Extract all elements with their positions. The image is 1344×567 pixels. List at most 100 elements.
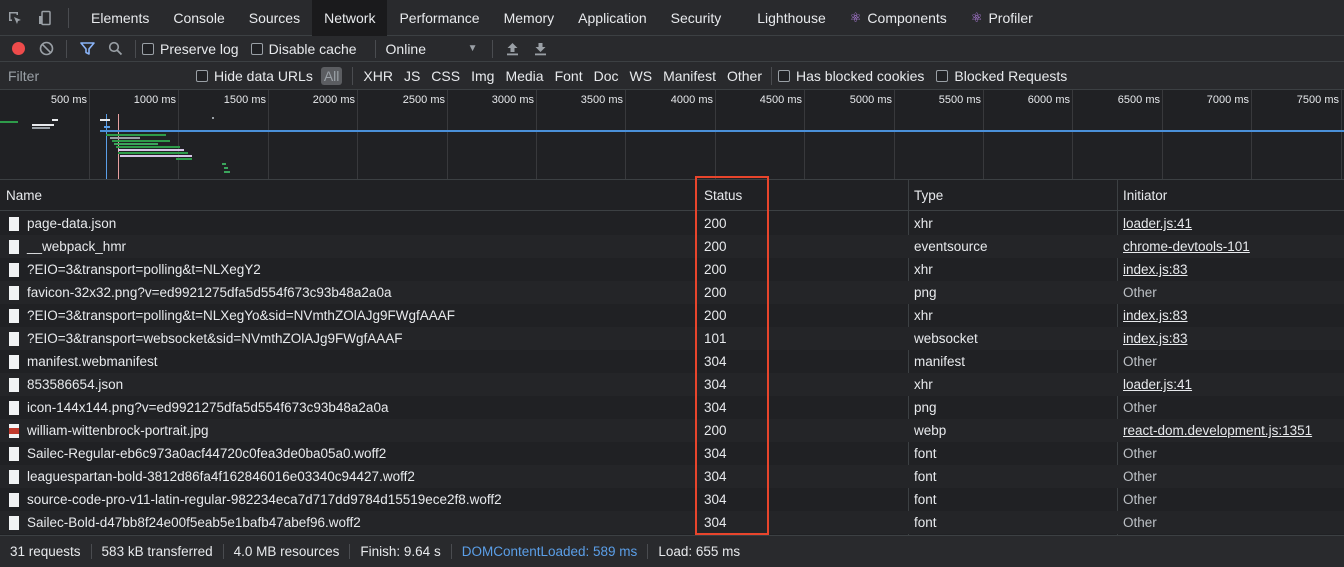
tab-label: Network <box>324 9 376 26</box>
request-name-cell[interactable]: Sailec-Regular-eb6c973a0acf44720c0fea3de… <box>9 442 689 465</box>
transferred-size: 583 kB transferred <box>92 544 224 559</box>
column-header-type[interactable]: Type <box>908 180 943 211</box>
tab-label: Console <box>173 9 225 26</box>
filter-divider <box>771 66 772 85</box>
table-row[interactable]: __webpack_hmr 200 eventsource chrome-devtoo… <box>0 235 1344 258</box>
preserve-log-label: Preserve log <box>160 40 239 57</box>
has-blocked-cookies-label: Has blocked cookies <box>796 67 925 84</box>
network-overview-timeline[interactable]: 500 ms 1000 ms 1500 ms 2000 ms 2500 ms 3000 m… <box>0 90 1344 180</box>
request-name-cell[interactable]: ?EIO=3&transport=polling&t=NLXegYo&sid=N… <box>9 304 689 327</box>
filter-type-manifest[interactable]: Manifest <box>659 68 720 84</box>
checkbox-box[interactable] <box>936 69 949 82</box>
tab-memory[interactable]: Memory <box>492 0 567 36</box>
disable-cache-checkbox[interactable]: Disable cache <box>250 41 357 57</box>
table-row[interactable]: Sailec-Bold-d47bb8f24e00f5eab5e1bafb47ab… <box>0 511 1344 534</box>
request-name-cell[interactable]: page-data.json <box>9 212 689 235</box>
tab-performance[interactable]: Performance <box>387 0 491 36</box>
devtools-tab-bar: Elements Console Sources Network Perform… <box>0 0 1344 36</box>
tab-sources[interactable]: Sources <box>237 0 312 36</box>
throttling-select[interactable]: Online ▼ <box>386 41 478 57</box>
timeline-grid-line <box>268 90 269 179</box>
table-row[interactable]: leaguespartan-bold-3812d86fa4f162846016e… <box>0 465 1344 488</box>
request-name-cell[interactable]: manifest.webmanifest <box>9 350 689 373</box>
table-row[interactable]: manifest.webmanifest 304 manifest Other <box>0 350 1344 373</box>
timeline-tick-label: 5000 ms <box>849 94 892 106</box>
preserve-log-checkbox[interactable]: Preserve log <box>142 41 239 57</box>
request-initiator-link[interactable]: index.js:83 <box>1123 304 1341 327</box>
tab-console[interactable]: Console <box>161 0 236 36</box>
table-row[interactable]: 853586654.json 304 xhr loader.js:41 <box>0 373 1344 396</box>
chevron-down-icon: ▼ <box>467 43 478 54</box>
filter-type-ws[interactable]: WS <box>626 68 657 84</box>
request-name-cell[interactable]: ?EIO=3&transport=polling&t=NLXegY2 <box>9 258 689 281</box>
filter-type-img[interactable]: Img <box>467 68 498 84</box>
request-initiator: Other <box>1123 354 1157 369</box>
tab-security[interactable]: Security <box>659 0 734 36</box>
filter-input[interactable]: Filter <box>0 68 190 84</box>
hide-data-urls-checkbox[interactable]: Hide data URLs <box>196 68 313 84</box>
filter-toggle-button[interactable] <box>73 36 101 62</box>
request-bar <box>120 155 192 157</box>
react-icon: ⚛ <box>849 9 862 25</box>
filter-type-other[interactable]: Other <box>723 68 766 84</box>
request-initiator-link[interactable]: index.js:83 <box>1123 327 1341 350</box>
request-type: websocket <box>914 331 978 346</box>
request-name: ?EIO=3&transport=polling&t=NLXegY2 <box>27 262 261 277</box>
filter-type-all[interactable]: All <box>320 66 343 85</box>
request-name-cell[interactable]: __webpack_hmr <box>9 235 689 258</box>
tab-components[interactable]: ⚛ Components <box>838 0 959 36</box>
table-row[interactable]: Sailec-Regular-eb6c973a0acf44720c0fea3de… <box>0 442 1344 465</box>
request-name-cell[interactable]: icon-144x144.png?v=ed9921275dfa5d554f673… <box>9 396 689 419</box>
table-row[interactable]: icon-144x144.png?v=ed9921275dfa5d554f673… <box>0 396 1344 419</box>
filter-type-media[interactable]: Media <box>501 68 547 84</box>
table-row[interactable]: william-wittenbrock-portrait.jpg 200 webp r… <box>0 419 1344 442</box>
checkbox-box[interactable] <box>778 69 790 82</box>
filter-type-xhr[interactable]: XHR <box>359 68 397 84</box>
tab-application[interactable]: Application <box>566 0 659 36</box>
export-har-button[interactable] <box>527 36 555 62</box>
table-row[interactable]: favicon-32x32.png?v=ed9921275dfa5d554f67… <box>0 281 1344 304</box>
request-name-cell[interactable]: Sailec-Bold-d47bb8f24e00f5eab5e1bafb47ab… <box>9 511 689 534</box>
checkbox-box[interactable] <box>142 42 154 55</box>
table-row[interactable]: ?EIO=3&transport=polling&t=NLXegYo&sid=N… <box>0 304 1344 327</box>
table-row[interactable]: ?EIO=3&transport=polling&t=NLXegY2 200 xhr… <box>0 258 1344 281</box>
request-initiator-link[interactable]: index.js:83 <box>1123 258 1341 281</box>
request-name-cell[interactable]: favicon-32x32.png?v=ed9921275dfa5d554f67… <box>9 281 689 304</box>
checkbox-box[interactable] <box>250 42 263 55</box>
device-toolbar-icon[interactable] <box>30 0 60 36</box>
column-header-name[interactable]: Name <box>0 180 42 211</box>
request-name-cell[interactable]: leaguespartan-bold-3812d86fa4f162846016e… <box>9 465 689 488</box>
request-initiator-link[interactable]: loader.js:41 <box>1123 373 1341 396</box>
request-name-cell[interactable]: william-wittenbrock-portrait.jpg <box>9 419 689 442</box>
checkbox-box[interactable] <box>196 69 208 82</box>
tab-profiler[interactable]: ⚛ Profiler <box>959 0 1045 36</box>
tab-elements[interactable]: Elements <box>79 0 161 36</box>
request-bar <box>114 143 158 145</box>
request-initiator-link[interactable]: loader.js:41 <box>1123 212 1341 235</box>
tab-network[interactable]: Network <box>312 0 388 36</box>
search-button[interactable] <box>101 36 129 62</box>
column-header-initiator[interactable]: Initiator <box>1117 180 1167 211</box>
filter-type-css[interactable]: CSS <box>427 68 464 84</box>
has-blocked-cookies-checkbox[interactable]: Has blocked cookies <box>778 68 924 84</box>
inspect-element-icon[interactable] <box>0 0 30 36</box>
timeline-grid-line <box>983 90 984 179</box>
blocked-requests-checkbox[interactable]: Blocked Requests <box>936 68 1067 84</box>
filter-type-js[interactable]: JS <box>400 68 424 84</box>
request-name-cell[interactable]: 853586654.json <box>9 373 689 396</box>
filter-type-font[interactable]: Font <box>551 68 587 84</box>
filter-type-doc[interactable]: Doc <box>590 68 623 84</box>
request-initiator-link[interactable]: chrome-devtools-101 <box>1123 235 1341 258</box>
timeline-grid-line <box>894 90 895 179</box>
request-name-cell[interactable]: source-code-pro-v11-latin-regular-982234… <box>9 488 689 511</box>
table-row[interactable]: page-data.json 200 xhr loader.js:41 <box>0 212 1344 235</box>
clear-button[interactable] <box>32 36 60 62</box>
table-row[interactable]: source-code-pro-v11-latin-regular-982234… <box>0 488 1344 511</box>
record-button[interactable] <box>4 36 32 62</box>
table-row[interactable]: ?EIO=3&transport=websocket&sid=NVmthZOlA… <box>0 327 1344 350</box>
request-initiator-link[interactable]: react-dom.development.js:1351 <box>1123 419 1341 442</box>
document-file-icon <box>9 262 19 277</box>
import-har-button[interactable] <box>499 36 527 62</box>
request-name-cell[interactable]: ?EIO=3&transport=websocket&sid=NVmthZOlA… <box>9 327 689 350</box>
tab-lighthouse[interactable]: Lighthouse <box>745 0 838 36</box>
